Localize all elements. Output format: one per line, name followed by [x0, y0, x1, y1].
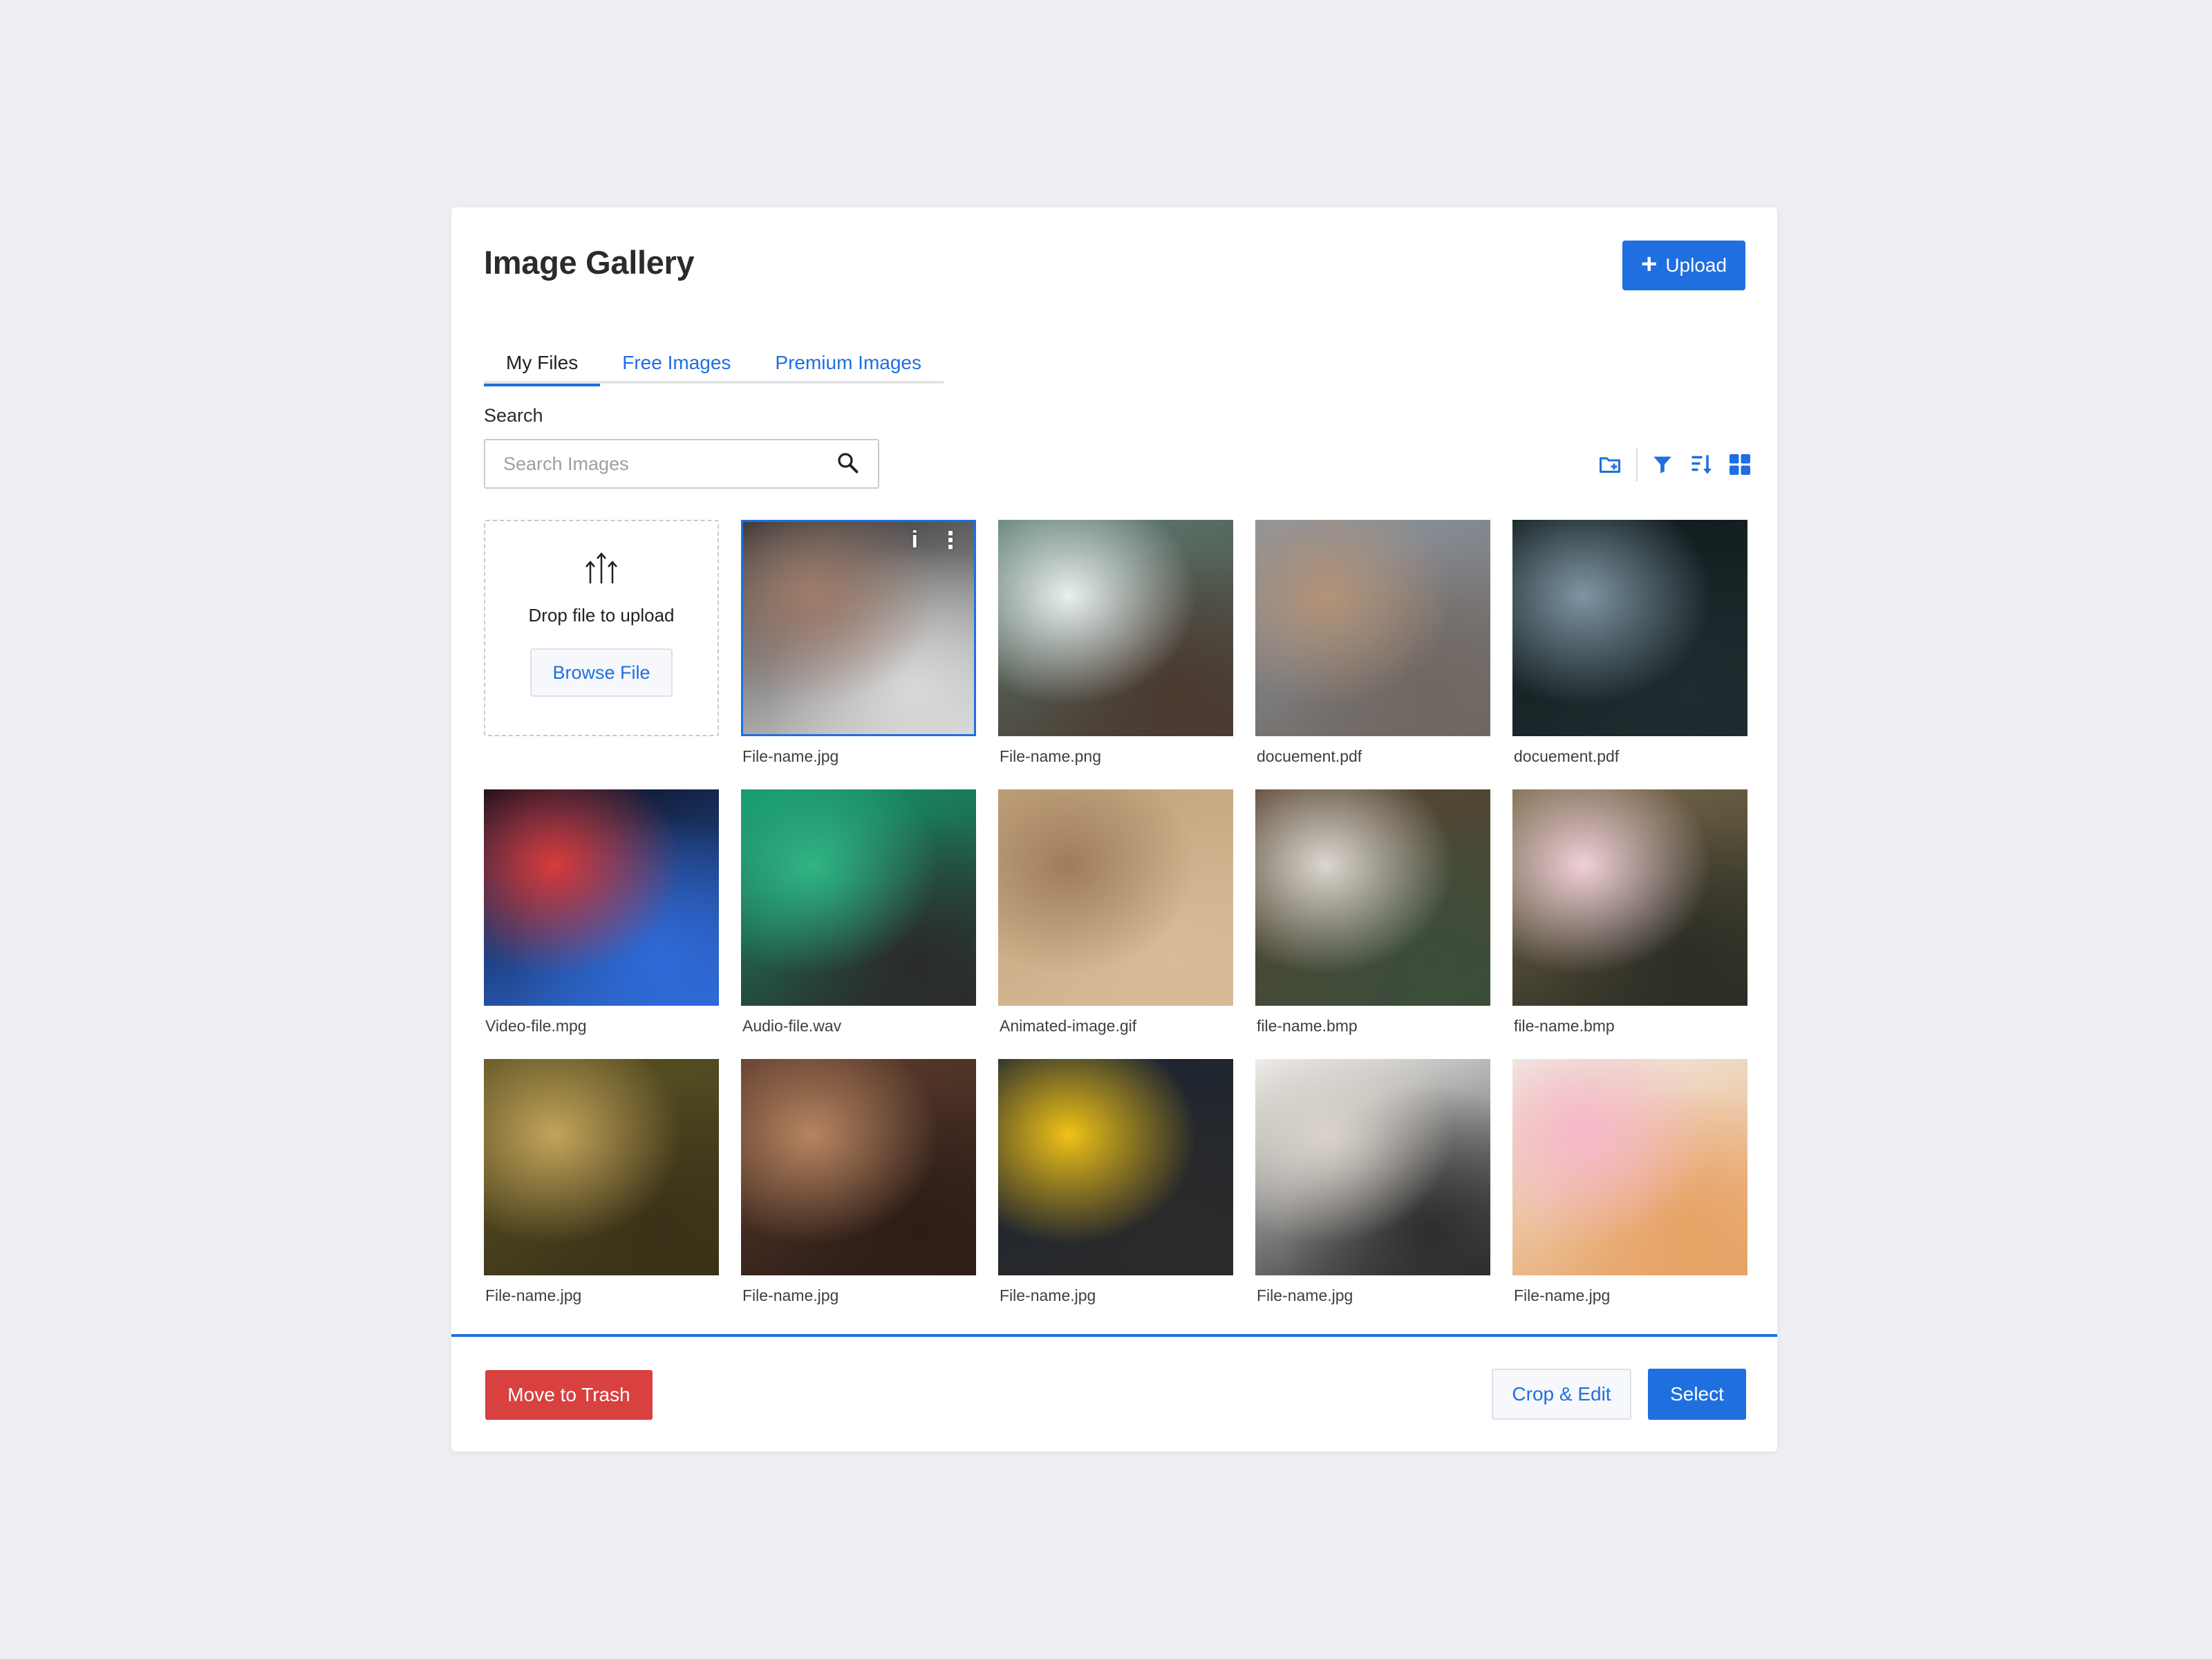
select-button[interactable]: Select — [1648, 1369, 1746, 1420]
file-thumbnail[interactable] — [998, 520, 1233, 736]
info-icon[interactable]: i — [912, 527, 918, 554]
crop-edit-button[interactable]: Crop & Edit — [1492, 1369, 1631, 1420]
tab-free-images[interactable]: Free Images — [600, 342, 753, 384]
more-options-icon[interactable]: ⋮ — [939, 527, 962, 554]
file-tile: i ⋮ File-name.jpg — [741, 520, 976, 789]
file-thumbnail[interactable] — [741, 1059, 976, 1275]
filter-icon[interactable] — [1649, 451, 1676, 478]
file-name-label: File-name.jpg — [1000, 1286, 1096, 1304]
file-tile: file-name.bmp — [1255, 789, 1490, 1059]
file-name-label: docuement.pdf — [1257, 747, 1362, 765]
file-thumbnail[interactable] — [484, 1059, 719, 1275]
file-tile: Video-file.mpg — [484, 789, 719, 1059]
search-field — [484, 439, 879, 489]
file-name-label: Animated-image.gif — [1000, 1017, 1137, 1035]
file-tile: File-name.jpg — [998, 1059, 1233, 1329]
file-tile: File-name.png — [998, 520, 1233, 789]
search-label: Search — [484, 405, 543, 426]
file-thumbnail[interactable] — [741, 789, 976, 1006]
upload-dropzone[interactable]: Drop file to upload Browse File — [484, 520, 719, 736]
file-name-label: file-name.bmp — [1514, 1017, 1615, 1035]
file-thumbnail[interactable] — [484, 789, 719, 1006]
file-tile: docuement.pdf — [1255, 520, 1490, 789]
page-title: Image Gallery — [484, 244, 695, 281]
file-tile: File-name.jpg — [484, 1059, 719, 1329]
file-name-label: File-name.jpg — [1257, 1286, 1353, 1304]
file-tile: File-name.jpg — [1255, 1059, 1490, 1329]
upload-dropzone-tile: Drop file to upload Browse File — [484, 520, 719, 789]
file-name-label: File-name.png — [1000, 747, 1102, 765]
sort-icon[interactable] — [1687, 451, 1715, 478]
file-thumbnail[interactable]: i ⋮ — [741, 520, 976, 736]
footer-divider — [451, 1334, 1777, 1337]
file-tile: docuement.pdf — [1512, 520, 1747, 789]
tab-premium-images[interactable]: Premium Images — [753, 342, 944, 384]
file-tile: Animated-image.gif — [998, 789, 1233, 1059]
file-tile: file-name.bmp — [1512, 789, 1747, 1059]
grid-view-icon[interactable] — [1726, 451, 1754, 478]
thumbnail-actions: i ⋮ — [912, 527, 962, 554]
search-icon[interactable] — [835, 450, 860, 478]
file-thumbnail[interactable] — [1255, 520, 1490, 736]
plus-icon: + — [1640, 249, 1658, 279]
file-thumbnail[interactable] — [1512, 520, 1747, 736]
file-thumbnail[interactable] — [1255, 789, 1490, 1006]
view-toolbar — [1585, 448, 1754, 481]
file-thumbnail[interactable] — [1255, 1059, 1490, 1275]
gallery-card: Image Gallery + Upload My Files Free Ima… — [451, 207, 1777, 1452]
file-tile: File-name.jpg — [1512, 1059, 1747, 1329]
new-folder-icon[interactable] — [1596, 451, 1624, 478]
file-name-label: File-name.jpg — [742, 1286, 839, 1304]
file-thumbnail[interactable] — [998, 789, 1233, 1006]
file-grid: Drop file to upload Browse File i ⋮ File-n… — [484, 520, 1747, 1329]
toolbar-divider — [1636, 448, 1638, 481]
file-thumbnail[interactable] — [1512, 789, 1747, 1006]
upload-button[interactable]: + Upload — [1622, 241, 1745, 290]
file-name-label: file-name.bmp — [1257, 1017, 1358, 1035]
search-input[interactable] — [503, 453, 814, 475]
file-name-label: File-name.jpg — [485, 1286, 582, 1304]
file-name-label: File-name.jpg — [1514, 1286, 1611, 1304]
file-tile: File-name.jpg — [741, 1059, 976, 1329]
upload-button-label: Upload — [1665, 254, 1727, 276]
file-name-label: docuement.pdf — [1514, 747, 1620, 765]
tab-my-files[interactable]: My Files — [484, 342, 601, 386]
file-tile: Audio-file.wav — [741, 789, 976, 1059]
file-name-label: Video-file.mpg — [485, 1017, 587, 1035]
tab-bar: My Files Free Images Premium Images — [484, 342, 944, 386]
move-to-trash-button[interactable]: Move to Trash — [485, 1370, 653, 1420]
file-name-label: File-name.jpg — [742, 747, 839, 765]
file-thumbnail[interactable] — [998, 1059, 1233, 1275]
browse-file-button[interactable]: Browse File — [530, 648, 673, 697]
dropzone-text: Drop file to upload — [528, 605, 675, 626]
file-name-label: Audio-file.wav — [742, 1017, 842, 1035]
upload-arrows-icon — [582, 550, 621, 590]
file-thumbnail[interactable] — [1512, 1059, 1747, 1275]
